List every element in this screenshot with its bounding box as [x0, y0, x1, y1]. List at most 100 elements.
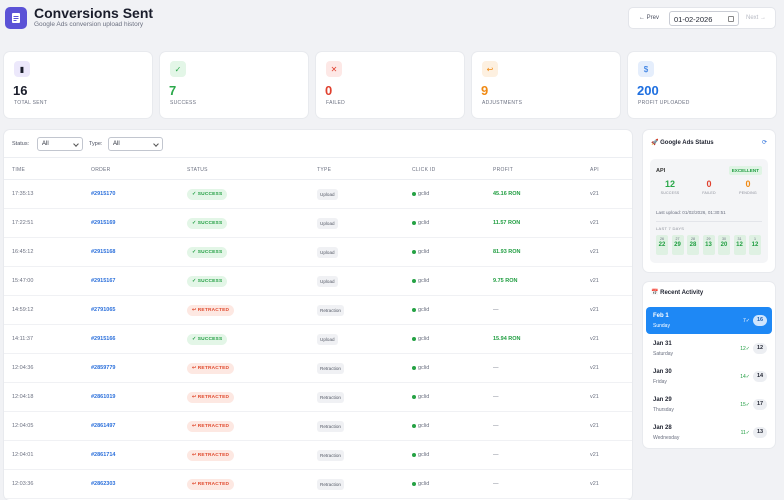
activity-weekday: Friday: [653, 379, 667, 385]
order-link[interactable]: #2861714: [91, 452, 115, 458]
status-dot-icon: [412, 336, 416, 341]
document-icon: [5, 7, 27, 29]
activity-item[interactable]: Jan 29 Thursday 15✓ 17: [646, 391, 772, 418]
divider: [656, 221, 762, 222]
day-cell: 27 29: [671, 235, 684, 255]
type-tag: Retraction: [317, 392, 344, 403]
stat-label: Total Sent: [14, 100, 48, 106]
api-cell: v21: [590, 423, 599, 429]
day-date: 28: [691, 237, 695, 241]
click-id-text: gclid: [418, 336, 430, 342]
order-link[interactable]: #2915166: [91, 336, 115, 342]
status-dot-icon: [412, 220, 416, 225]
status-filter-select[interactable]: All: [37, 137, 83, 151]
activity-item[interactable]: Jan 31 Saturday 12✓ 12: [646, 335, 772, 362]
click-id-cell: gclid: [412, 365, 429, 371]
stat-label: Adjustments: [482, 100, 523, 106]
api-failed-value: 0: [706, 179, 712, 189]
day-date: 1: [754, 237, 756, 241]
api-success-label: SUCCESS: [660, 191, 680, 195]
health-badge: EXCELLENT: [728, 166, 762, 175]
type-filter-select[interactable]: All: [108, 137, 163, 151]
api-pending-stat: 0 PENDING: [730, 179, 766, 195]
type-tag: Upload: [317, 189, 338, 200]
table-row[interactable]: 12:04:01 #2861714 ↩ RETRACTED Retraction gcl…: [4, 441, 632, 470]
day-count: 12: [736, 242, 743, 248]
google-ads-status-card: 🚀 Google Ads Status ⟳ API EXCELLENT 12 S…: [643, 130, 775, 272]
table-header: TIME ORDER STATUS TYPE CLICK ID PROFIT API: [4, 158, 632, 180]
activity-item[interactable]: Jan 28 Wednesday 11✓ 13: [646, 419, 772, 446]
activity-item[interactable]: Feb 1 Sunday 7✓ 16: [646, 307, 772, 334]
activity-count-badge: 14: [753, 371, 767, 382]
order-link[interactable]: #2861019: [91, 394, 115, 400]
order-link[interactable]: #2862303: [91, 481, 115, 487]
order-link[interactable]: #2915168: [91, 249, 115, 255]
table-row[interactable]: 17:22:51 #2915169 ✓ SUCCESS Upload gclid 11.5…: [4, 209, 632, 238]
refresh-icon[interactable]: ⟳: [762, 139, 767, 146]
order-link[interactable]: #2915169: [91, 220, 115, 226]
table-row[interactable]: 16:45:12 #2915168 ✓ SUCCESS Upload gclid 81.9…: [4, 238, 632, 267]
status-filter-value: All: [42, 141, 49, 147]
api-cell: v21: [590, 278, 599, 284]
date-navigator: ← Prev 01-02-2026 Next →: [628, 7, 776, 29]
status-dot-icon: [412, 249, 416, 254]
type-tag: Upload: [317, 247, 338, 258]
page-subtitle: Google Ads conversion upload history: [34, 21, 144, 28]
stat-card: $200 Profit Uploaded: [628, 52, 776, 118]
stat-card: ✕ 0 Failed: [316, 52, 464, 118]
status-dot-icon: [412, 394, 416, 399]
ads-status-title: 🚀 Google Ads Status: [651, 140, 714, 146]
table-row[interactable]: 12:04:18 #2861019 ↩ RETRACTED Retraction gcl…: [4, 383, 632, 412]
date-input[interactable]: 01-02-2026: [669, 11, 739, 26]
order-link[interactable]: #2915167: [91, 278, 115, 284]
column-header: STATUS: [187, 167, 208, 173]
order-link[interactable]: #2915170: [91, 191, 115, 197]
next-day-button[interactable]: Next →: [746, 15, 766, 21]
click-id-cell: gclid: [412, 394, 429, 400]
order-link[interactable]: #2861497: [91, 423, 115, 429]
api-cell: v21: [590, 336, 599, 342]
activity-success-count: 15✓: [740, 402, 750, 408]
status-badge: ↩ RETRACTED: [187, 479, 235, 490]
recent-activity-card: 📅 Recent Activity Feb 1 Sunday 7✓ 16 Jan 31 S…: [643, 282, 775, 448]
table-row[interactable]: 12:04:36 #2859779 ↩ RETRACTED Retraction gcl…: [4, 354, 632, 383]
order-link[interactable]: #2859779: [91, 365, 115, 371]
day-cell: 28 28: [687, 235, 699, 255]
calendar-icon[interactable]: [728, 16, 734, 22]
time-cell: 12:04:01: [12, 452, 34, 458]
activity-weekday: Thursday: [653, 407, 674, 413]
order-link[interactable]: #2791065: [91, 307, 115, 313]
api-label: API: [656, 168, 666, 174]
day-date: 30: [722, 237, 726, 241]
table-row[interactable]: 12:04:05 #2861497 ↩ RETRACTED Retraction gcl…: [4, 412, 632, 441]
table-row[interactable]: 12:03:36 #2862303 ↩ RETRACTED Retraction gcl…: [4, 470, 632, 499]
table-row[interactable]: 14:59:12 #2791065 ↩ RETRACTED Retraction gcl…: [4, 296, 632, 325]
activity-weekday: Saturday: [653, 351, 674, 357]
api-cell: v21: [590, 394, 599, 400]
table-row[interactable]: 15:47:00 #2915167 ✓ SUCCESS Upload gclid 9.75…: [4, 267, 632, 296]
click-id-text: gclid: [418, 365, 430, 371]
activity-success-count: 7✓: [743, 318, 750, 324]
activity-date: Jan 28: [653, 425, 672, 431]
status-dot-icon: [412, 278, 416, 283]
table-row[interactable]: 17:35:13 #2915170 ✓ SUCCESS Upload gclid 45.1…: [4, 180, 632, 209]
time-cell: 17:35:13: [12, 191, 34, 197]
activity-item[interactable]: Jan 30 Friday 14✓ 14: [646, 363, 772, 390]
api-success-value: 12: [664, 179, 675, 189]
date-value: 01-02-2026: [674, 15, 713, 24]
time-cell: 12:04:36: [12, 365, 34, 371]
api-cell: v21: [590, 452, 599, 458]
type-tag: Retraction: [317, 450, 344, 461]
day-cell: 31 12: [733, 235, 746, 255]
prev-day-button[interactable]: ← Prev: [639, 15, 659, 21]
api-pending-value: 0: [745, 179, 751, 189]
click-id-text: gclid: [418, 452, 430, 458]
click-id-cell: gclid: [412, 191, 429, 197]
status-badge: ↩ RETRACTED: [187, 421, 235, 432]
stat-label: Profit Uploaded: [638, 100, 690, 106]
conversions-table-card: Status: All Type: All TIME ORDER STATUS TYP…: [4, 130, 632, 500]
click-id-text: gclid: [418, 307, 430, 313]
type-tag: Retraction: [317, 305, 344, 316]
table-row[interactable]: 14:11:37 #2915166 ✓ SUCCESS Upload gclid 15.9…: [4, 325, 632, 354]
day-cell: 30 20: [718, 235, 730, 255]
